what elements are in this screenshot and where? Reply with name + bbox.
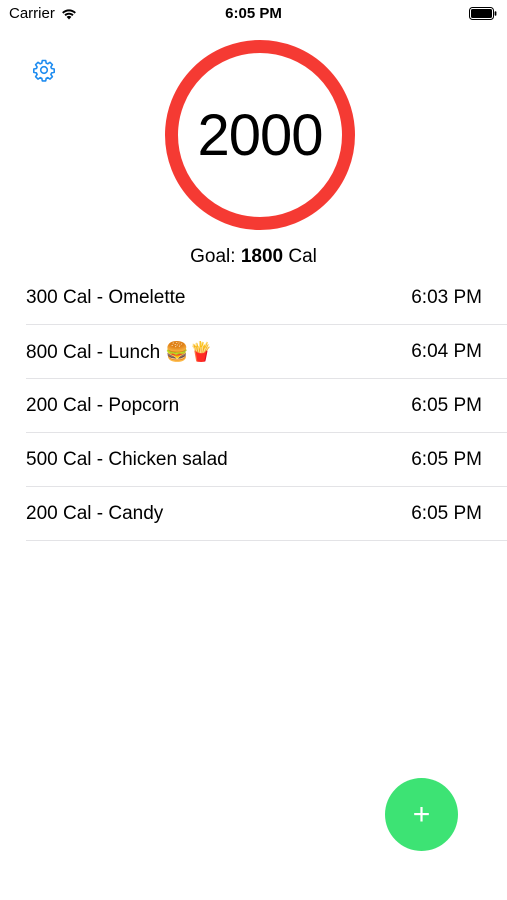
entry-time: 6:05 PM [411,394,482,416]
list-item[interactable]: 200 Cal - Candy 6:05 PM [26,487,507,541]
status-bar: Carrier 6:05 PM [0,0,507,28]
calorie-total: 2000 [197,102,323,168]
entry-time: 6:04 PM [411,340,482,362]
entry-label: 300 Cal - Omelette [26,286,186,308]
gear-icon [33,59,55,82]
add-entry-button[interactable]: + [385,778,458,851]
calorie-ring: 2000 [165,40,355,230]
list-item[interactable]: 500 Cal - Chicken salad 6:05 PM [26,433,507,487]
list-item[interactable]: 800 Cal - Lunch 🍔🍟 6:04 PM [26,325,507,379]
goal-label: Goal: 1800 Cal [0,246,507,268]
goal-unit: Cal [283,246,317,267]
settings-button[interactable] [30,56,58,84]
list-item[interactable]: 200 Cal - Popcorn 6:05 PM [26,379,507,433]
list-item[interactable]: 300 Cal - Omelette 6:03 PM [26,271,507,325]
entry-label: 200 Cal - Candy [26,502,164,524]
entry-label: 500 Cal - Chicken salad [26,448,228,470]
entry-label: 800 Cal - Lunch 🍔🍟 [26,341,213,363]
goal-value: 1800 [240,246,284,267]
battery-icon [469,7,497,20]
entry-time: 6:05 PM [411,502,482,524]
entry-time: 6:05 PM [411,448,482,470]
goal-prefix: Goal: [190,246,241,267]
plus-icon: + [412,797,431,831]
entry-list: 300 Cal - Omelette 6:03 PM 800 Cal - Lun… [26,271,507,541]
entry-label: 200 Cal - Popcorn [26,394,180,416]
app-screen: Carrier 6:05 PM 2000 Goal: 1800 Cal 300 … [0,0,507,900]
status-time: 6:05 PM [225,5,282,22]
entry-time: 6:03 PM [411,286,482,308]
